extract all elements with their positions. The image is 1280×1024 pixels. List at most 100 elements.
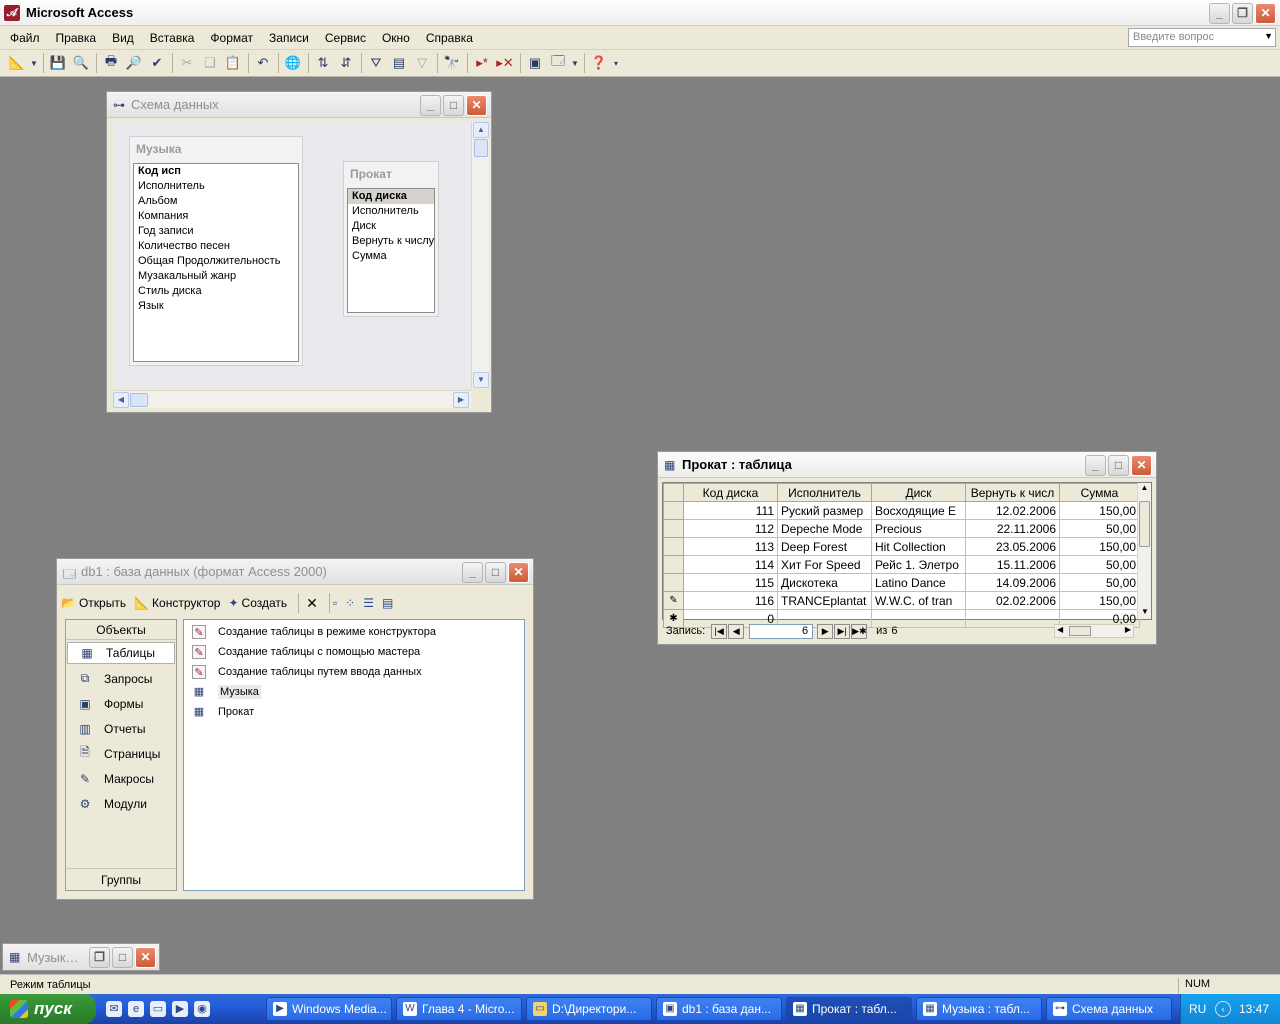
column-header-artist[interactable]: Исполнитель (777, 483, 872, 502)
field-item[interactable]: Исполнитель (348, 204, 434, 219)
table-cell[interactable]: Рейс 1. Элетро (871, 555, 966, 574)
menu-view[interactable]: Вид (112, 31, 134, 45)
field-item[interactable]: Музакальный жанр (134, 269, 298, 284)
table-cell[interactable]: Восходящие Е (871, 501, 966, 520)
field-item[interactable]: Количество песен (134, 239, 298, 254)
design-button[interactable]: 📐 Конструктор (134, 596, 220, 610)
help-question-input[interactable]: Введите вопрос ▼ (1128, 28, 1276, 47)
scroll-up-icon[interactable]: ▲ (473, 122, 489, 138)
menu-format[interactable]: Формат (210, 31, 253, 45)
minimized-music-window[interactable]: ▦ Музык… ❐ □ ✕ (2, 943, 160, 971)
scroll-left-icon[interactable]: ◀ (1057, 625, 1063, 634)
view-dropdown-icon[interactable]: ▼ (29, 52, 39, 74)
table-cell[interactable]: 114 (683, 555, 778, 574)
table-cell[interactable]: 12.02.2006 (965, 501, 1060, 520)
cut-icon[interactable]: ✂ (176, 52, 198, 74)
relations-minimize-button[interactable]: _ (420, 95, 441, 116)
objects-item-modules[interactable]: ⚙ Модули (66, 791, 176, 816)
column-header-disk-code[interactable]: Код диска (683, 483, 778, 502)
column-header-disk[interactable]: Диск (871, 483, 966, 502)
field-item[interactable]: Вернуть к числу (348, 234, 434, 249)
table-cell[interactable]: Руский размер (777, 501, 872, 520)
delete-record-icon[interactable]: ▸✕ (494, 52, 516, 74)
relations-horizontal-scrollbar[interactable]: ◀ ▶ (113, 390, 471, 408)
paste-icon[interactable]: 📋 (222, 52, 244, 74)
groups-header[interactable]: Группы (66, 868, 176, 890)
database-title-bar[interactable]: 🗔 db1 : база данных (формат Access 2000)… (57, 559, 533, 585)
minimized-close-button[interactable]: ✕ (135, 947, 156, 968)
table-cell[interactable]: 22.11.2006 (965, 519, 1060, 538)
field-item[interactable]: Язык (134, 299, 298, 314)
copy-icon[interactable]: ❏ (199, 52, 221, 74)
list-item[interactable]: ▦ Прокат (184, 702, 524, 722)
file-search-icon[interactable]: 🔍 (70, 52, 92, 74)
scroll-thumb[interactable] (1139, 501, 1150, 547)
table-cell[interactable]: 150,00 (1059, 591, 1140, 610)
table-cell[interactable]: Depeche Mode (777, 519, 872, 538)
column-header-amount[interactable]: Сумма (1059, 483, 1140, 502)
media-player-icon[interactable]: ▶ (172, 1001, 188, 1017)
small-icons-icon[interactable]: ⁘ (345, 596, 355, 610)
app-close-button[interactable]: ✕ (1255, 3, 1276, 24)
column-header-return-date[interactable]: Вернуть к числ (965, 483, 1060, 502)
table-cell[interactable]: 50,00 (1059, 519, 1140, 538)
hyperlink-icon[interactable]: 🌐 (282, 52, 304, 74)
delete-icon[interactable]: ✕ (306, 595, 318, 612)
field-item[interactable]: Исполнитель (134, 179, 298, 194)
find-icon[interactable]: 🔭 (441, 52, 463, 74)
print-icon[interactable]: 🖶 (100, 52, 122, 74)
objects-item-forms[interactable]: ▣ Формы (66, 691, 176, 716)
task-rental-table[interactable]: ▦ Прокат : табл... (786, 997, 912, 1021)
objects-item-queries[interactable]: ⧉ Запросы (66, 666, 176, 691)
table-cell[interactable]: TRANCEplantat (777, 591, 872, 610)
list-item[interactable]: ✎ Создание таблицы в режиме конструктора (184, 622, 524, 642)
relations-maximize-button[interactable]: □ (443, 95, 464, 116)
toolbar-options-icon[interactable]: ▾ (611, 52, 621, 74)
field-item[interactable]: Сумма (348, 249, 434, 264)
large-icons-icon[interactable]: ▫ (333, 596, 337, 610)
new-record-nav-icon[interactable]: ▶✱ (851, 623, 868, 639)
database-close-button[interactable]: ✕ (508, 562, 529, 583)
language-indicator[interactable]: RU (1189, 1002, 1209, 1016)
minimized-restore-button[interactable]: ❐ (89, 947, 110, 968)
field-item[interactable]: Код исп (134, 164, 298, 179)
table-cell[interactable]: Latino Dance (871, 573, 966, 592)
start-button[interactable]: пуск (0, 994, 96, 1024)
table-cell[interactable]: 50,00 (1059, 555, 1140, 574)
minimized-maximize-button[interactable]: □ (112, 947, 133, 968)
table-cell[interactable]: Deep Forest (777, 537, 872, 556)
scroll-down-icon[interactable]: ▼ (473, 372, 489, 388)
relations-canvas[interactable]: Музыка Код исп Исполнитель Альбом Компан… (113, 122, 471, 388)
save-icon[interactable]: 💾 (47, 52, 69, 74)
list-item[interactable]: ▦ Музыка (184, 682, 524, 702)
new-object-dropdown-icon[interactable]: ▼ (570, 52, 580, 74)
field-item[interactable]: Компания (134, 209, 298, 224)
table-cell[interactable]: 150,00 (1059, 501, 1140, 520)
objects-item-pages[interactable]: 🗎 Страницы (66, 741, 176, 766)
create-button[interactable]: ✦ Создать (228, 596, 287, 610)
details-view-icon[interactable]: ▤ (382, 596, 393, 610)
datasheet-horizontal-scrollbar[interactable]: ◀ ▶ (1054, 624, 1134, 638)
menu-window[interactable]: Окно (382, 31, 410, 45)
menu-records[interactable]: Записи (269, 31, 309, 45)
open-button[interactable]: 📂 Открыть (61, 596, 126, 610)
table-cell[interactable]: 112 (683, 519, 778, 538)
task-relations[interactable]: ⊶ Схема данных (1046, 997, 1172, 1021)
last-record-icon[interactable]: ▶| (834, 623, 851, 639)
database-maximize-button[interactable]: □ (485, 562, 506, 583)
table-cell[interactable]: 115 (683, 573, 778, 592)
table-box-rental[interactable]: Прокат Код диска Исполнитель Диск Вернут… (343, 161, 439, 317)
datasheet-close-button[interactable]: ✕ (1131, 455, 1152, 476)
row-selector[interactable] (663, 555, 684, 574)
scroll-left-icon[interactable]: ◀ (113, 392, 129, 408)
field-item[interactable]: Стиль диска (134, 284, 298, 299)
app-restore-button[interactable]: ❐ (1232, 3, 1253, 24)
current-record-input[interactable]: 6 (749, 623, 814, 639)
spelling-icon[interactable]: ✔ (146, 52, 168, 74)
row-selector[interactable] (663, 537, 684, 556)
access-app-icon[interactable]: 𝒜 (4, 4, 20, 21)
table-cell[interactable]: 111 (683, 501, 778, 520)
table-cell[interactable]: 23.05.2006 (965, 537, 1060, 556)
table-box-music[interactable]: Музыка Код исп Исполнитель Альбом Компан… (129, 136, 303, 366)
datasheet-vertical-scrollbar[interactable]: ▲ ▼ (1137, 483, 1151, 619)
